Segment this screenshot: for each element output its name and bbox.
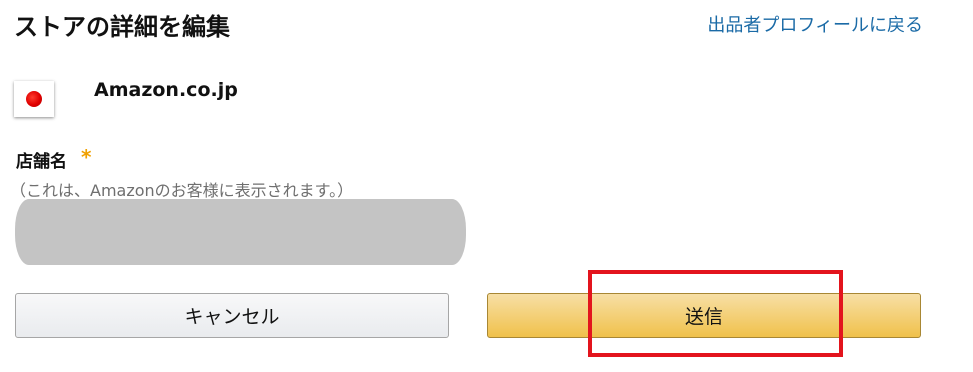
- flag-red-circle: [26, 91, 42, 107]
- back-to-seller-profile-link[interactable]: 出品者プロフィールに戻る: [707, 11, 923, 37]
- store-name-hint: （これは、Amazonのお客様に表示されます。）: [10, 181, 354, 200]
- required-asterisk: *: [81, 145, 92, 169]
- store-name-label: 店舗名: [16, 152, 67, 172]
- marketplace-name: Amazon.co.jp: [94, 79, 238, 101]
- page-title: ストアの詳細を編集: [14, 13, 230, 41]
- submit-button[interactable]: 送信: [487, 293, 921, 338]
- cancel-button[interactable]: キャンセル: [15, 293, 449, 338]
- japan-flag-icon: [14, 81, 54, 117]
- store-name-input-redacted[interactable]: [15, 199, 466, 265]
